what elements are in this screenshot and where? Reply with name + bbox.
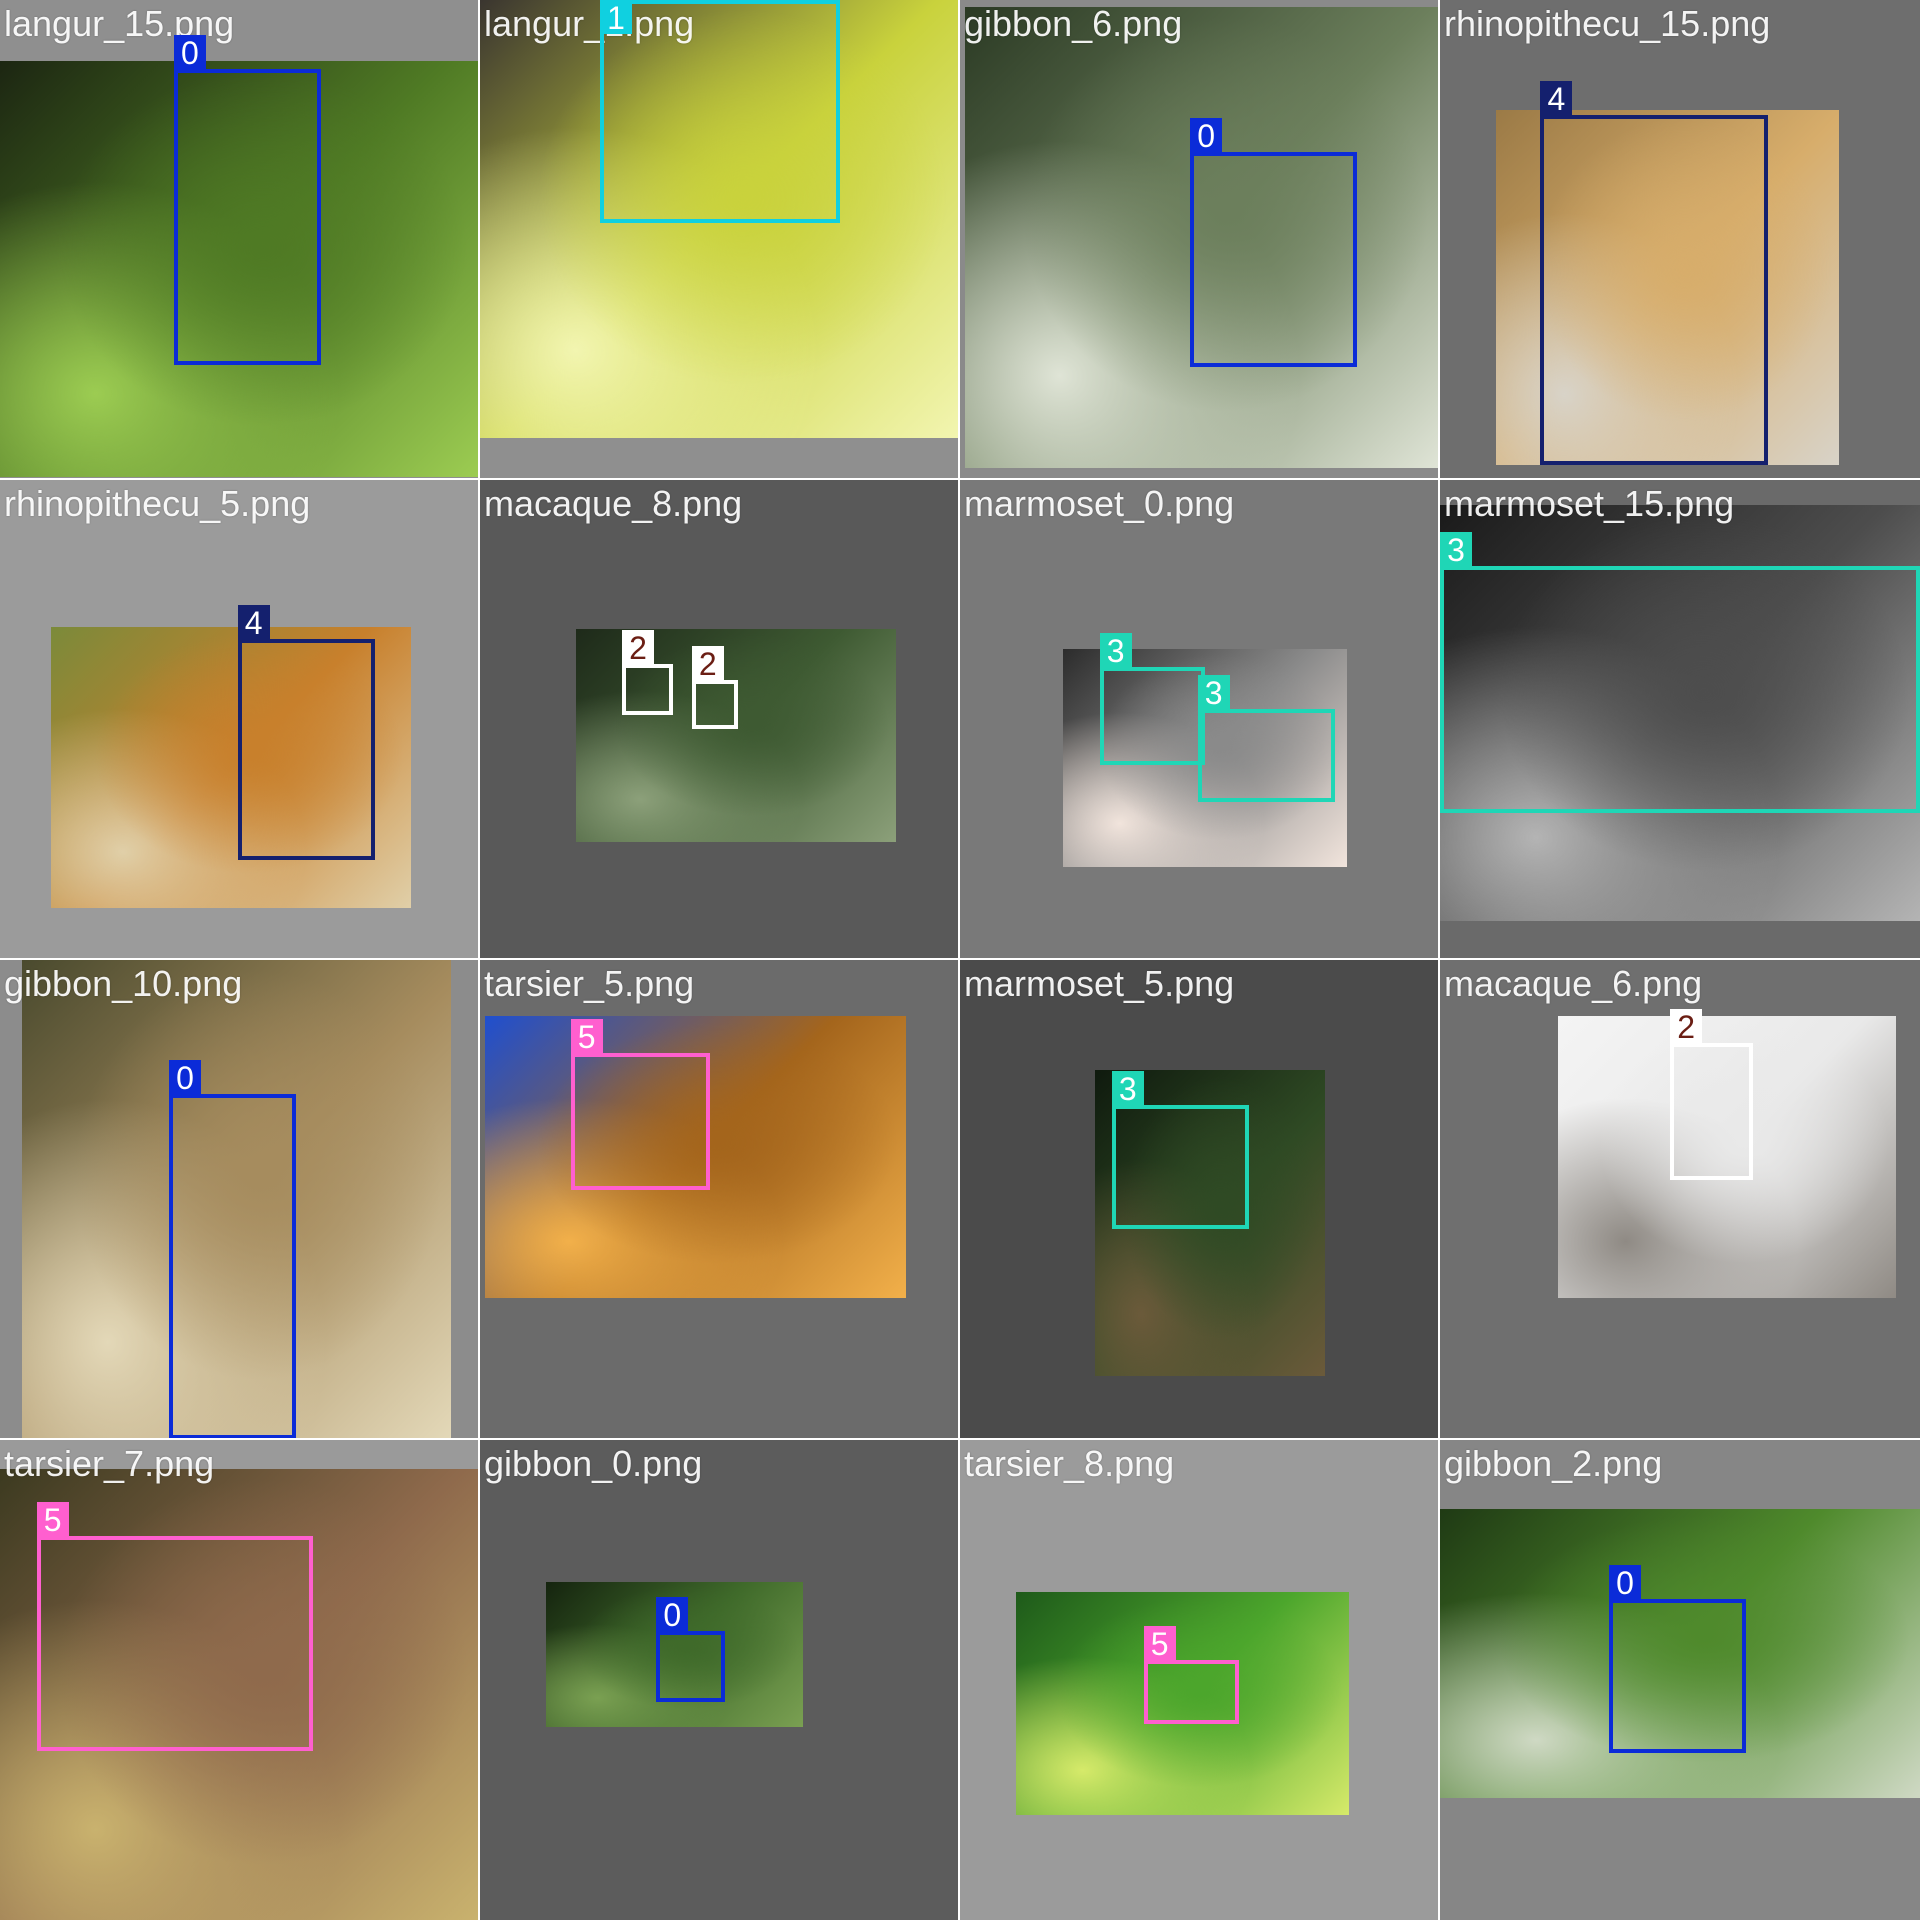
filename-label: gibbon_10.png [4,963,243,1004]
class-id-tag: 4 [1540,81,1573,117]
grid-tile: tarsier_7.png 5 [0,1440,478,1920]
bounding-box: 3 [1440,531,1920,813]
bounding-box: 2 [691,645,739,729]
class-id-tag: 0 [173,34,206,71]
class-id-tag: 4 [237,605,270,641]
filename-label: macaque_6.png [1444,963,1703,1004]
bounding-box: 2 [1670,1009,1754,1181]
bounding-box: 2 [622,629,674,716]
image-grid: langur_15.png 0 langur_1.png 1 gibbon_6.png 0… [0,0,1920,1920]
class-id-tag: 5 [570,1019,603,1055]
class-id-tag: 2 [691,645,724,682]
class-id-tag: 3 [1197,675,1230,711]
filename-label: marmoset_0.png [964,483,1235,524]
class-id-tag: 0 [1609,1565,1641,1601]
grid-tile: gibbon_2.png 0 [1440,1440,1920,1920]
bounding-box: 3 [1111,1070,1249,1230]
class-id-tag: 2 [1670,1009,1703,1045]
filename-label: marmoset_5.png [964,963,1235,1004]
class-id-tag: 0 [656,1597,689,1633]
filename-label: tarsier_5.png [484,963,695,1004]
class-id-tag: 1 [600,0,632,36]
bounding-box: 0 [656,1597,725,1702]
grid-tile: gibbon_0.png 0 [480,1440,958,1920]
grid-tile: macaque_8.png 2 2 [480,480,958,958]
grid-tile: marmoset_15.png 3 [1440,480,1920,958]
filename-label: tarsier_7.png [4,1443,215,1484]
class-id-tag: 0 [1190,117,1223,154]
grid-tile: tarsier_5.png 5 [480,960,958,1438]
grid-tile: marmoset_0.png 3 3 [960,480,1438,958]
bounding-box: 0 [173,34,321,365]
filename-label: tarsier_8.png [964,1443,1175,1484]
grid-tile: langur_15.png 0 [0,0,478,478]
grid-tile: gibbon_6.png 0 [960,0,1438,478]
class-id-tag: 3 [1440,531,1472,568]
class-id-tag: 2 [622,629,654,666]
bounding-box: 0 [1609,1565,1747,1754]
filename-label: gibbon_6.png [964,3,1183,44]
class-id-tag: 3 [1111,1070,1144,1107]
grid-tile: langur_1.png 1 [480,0,958,478]
filename-label: marmoset_15.png [1444,483,1735,524]
grid-tile: tarsier_8.png 5 [960,1440,1438,1920]
bounding-box: 0 [1190,117,1357,368]
grid-tile: macaque_6.png 2 [1440,960,1920,1438]
bounding-box: 3 [1099,633,1205,766]
bounding-box: 5 [570,1019,711,1191]
bounding-box: 1 [600,0,840,223]
class-id-tag: 3 [1099,633,1132,669]
grid-tile: gibbon_10.png 0 [0,960,478,1438]
bounding-box: 4 [1540,81,1769,466]
filename-label: gibbon_2.png [1444,1443,1663,1484]
grid-tile: rhinopithecu_5.png 4 [0,480,478,958]
filename-label: gibbon_0.png [484,1443,703,1484]
filename-label: macaque_8.png [484,483,743,524]
bounding-box: 3 [1197,675,1335,803]
bounding-box: 5 [36,1501,314,1751]
bounding-box: 4 [237,605,375,860]
grid-tile: marmoset_5.png 3 [960,960,1438,1438]
grid-tile: rhinopithecu_15.png 4 [1440,0,1920,478]
class-id-tag: 0 [169,1059,201,1096]
bounding-box: 5 [1143,1626,1240,1725]
filename-label: rhinopithecu_5.png [4,483,311,524]
class-id-tag: 5 [36,1501,69,1538]
bounding-box: 0 [169,1059,297,1438]
filename-label: rhinopithecu_15.png [1444,3,1771,44]
class-id-tag: 5 [1143,1626,1176,1662]
